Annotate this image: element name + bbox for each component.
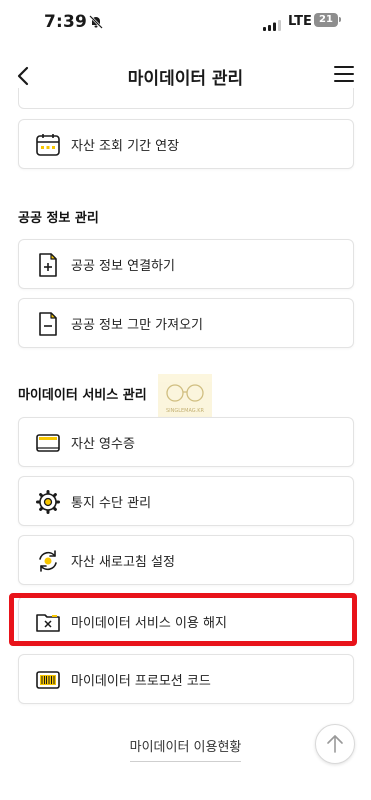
connect-public-info-button[interactable]: 공공 정보 연결하기 [18, 239, 354, 289]
card-label: 자산 조회 기간 연장 [71, 139, 180, 154]
asset-receipt-button[interactable]: 자산 영수증 [18, 417, 354, 467]
asset-refresh-settings-button[interactable]: 자산 새로고침 설정 [18, 535, 354, 585]
partial-card [18, 88, 354, 109]
card-label: 공공 정보 그만 가져오기 [71, 318, 203, 333]
receipt-icon [35, 430, 61, 456]
page-title: 마이데이터 관리 [127, 69, 244, 89]
status-time: 7:39 [44, 12, 88, 32]
extend-asset-period-button[interactable]: 자산 조회 기간 연장 [18, 119, 354, 169]
battery-icon: 21 [314, 13, 338, 27]
hamburger-menu-icon[interactable] [334, 66, 354, 84]
watermark-text: SINGLEMAG.KR [165, 408, 205, 414]
card-label: 자산 영수증 [71, 437, 135, 452]
status-bar: 7:39 LTE 21 [0, 0, 371, 44]
section-title-public: 공공 정보 관리 [18, 211, 99, 226]
signal-icon [263, 16, 283, 35]
network-type: LTE [288, 14, 312, 29]
mydata-promotion-code-button[interactable]: 마이데이터 프로모션 코드 [18, 654, 354, 704]
arrow-up-icon [316, 735, 354, 767]
card-label: 통지 수단 관리 [71, 496, 152, 511]
document-minus-icon [35, 311, 61, 337]
refresh-icon [35, 548, 61, 574]
highlight-box [9, 593, 357, 646]
card-label: 공공 정보 연결하기 [71, 259, 175, 274]
scroll-to-top-button[interactable] [315, 724, 355, 764]
calendar-icon [35, 132, 61, 158]
card-label: 마이데이터 프로모션 코드 [71, 674, 211, 689]
stop-public-info-button[interactable]: 공공 정보 그만 가져오기 [18, 298, 354, 348]
notification-method-button[interactable]: 통지 수단 관리 [18, 476, 354, 526]
mydata-usage-link[interactable]: 마이데이터 이용현황 [129, 736, 242, 762]
section-title-mydata: 마이데이터 서비스 관리 [18, 388, 147, 403]
battery-tip [339, 17, 341, 22]
bell-muted-icon [89, 14, 103, 33]
barcode-icon [35, 667, 61, 693]
gear-icon [35, 489, 61, 515]
document-plus-icon [35, 252, 61, 278]
card-label: 자산 새로고침 설정 [71, 555, 175, 570]
